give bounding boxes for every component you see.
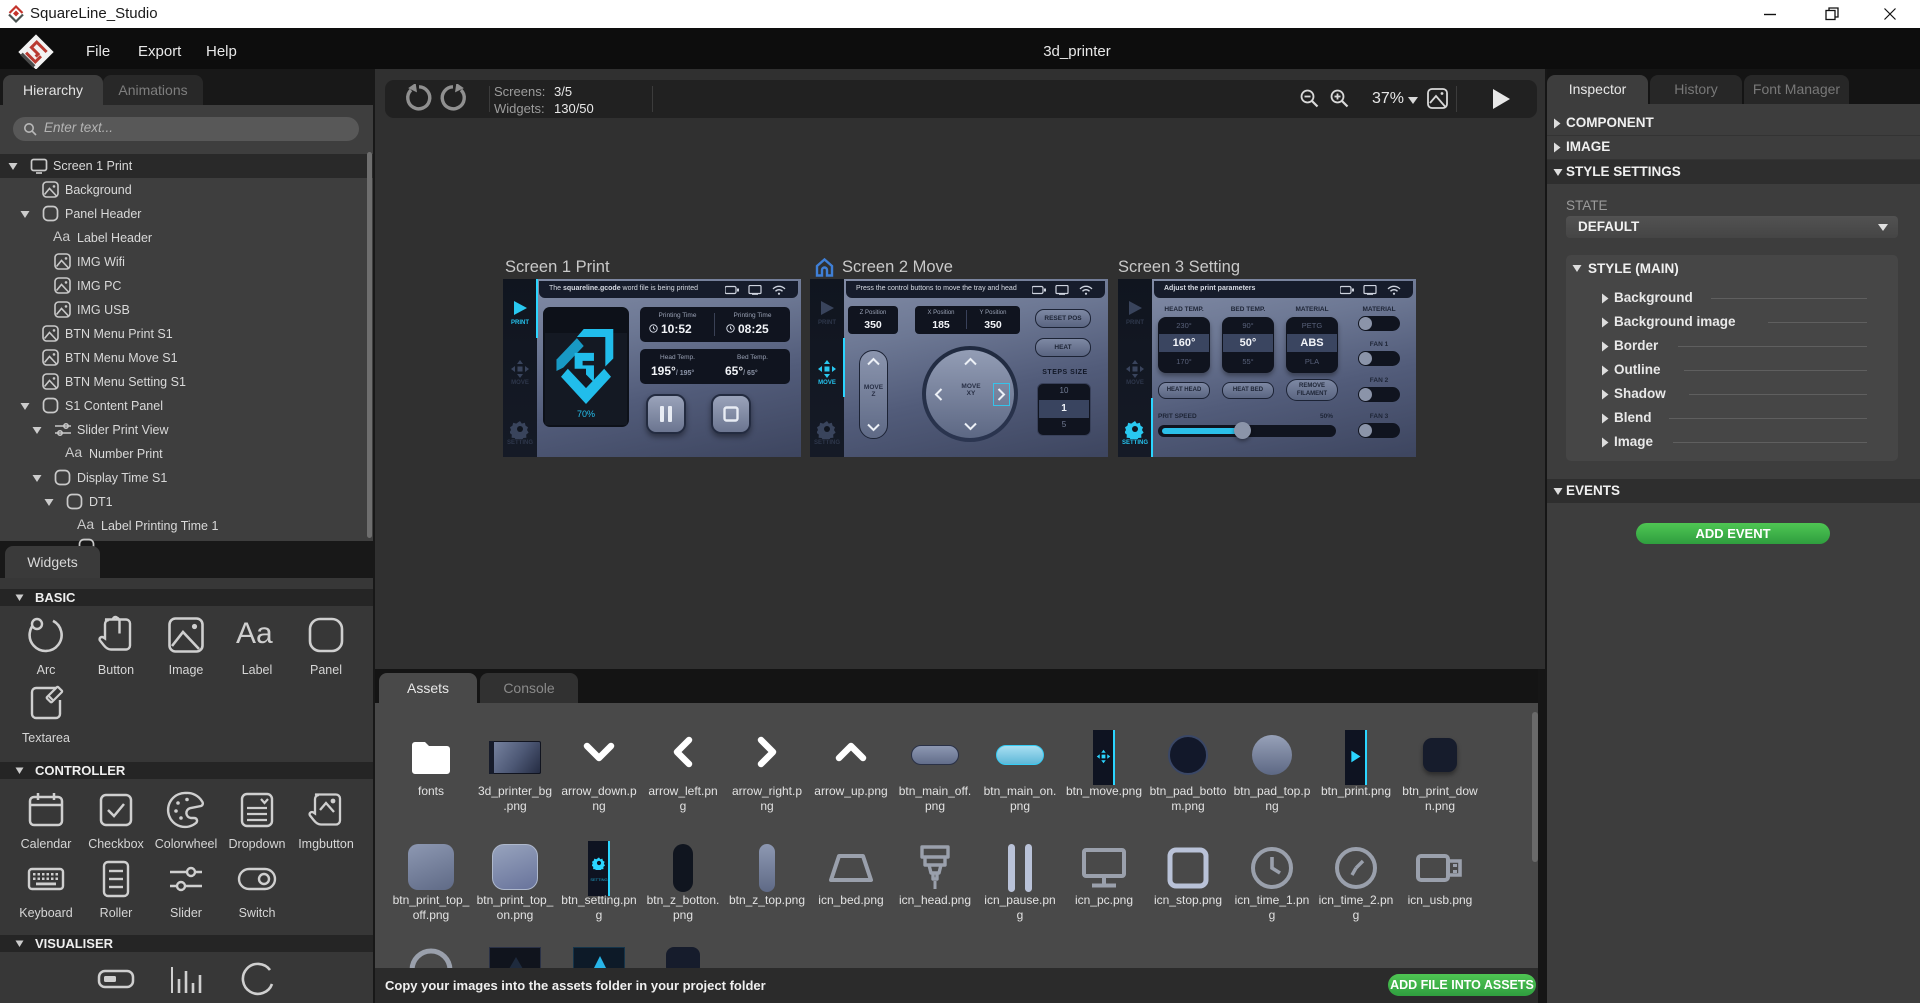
svg-text:Aa: Aa	[65, 444, 82, 460]
svg-text:Aa: Aa	[236, 617, 273, 650]
svg-text:Aa: Aa	[77, 516, 94, 532]
svg-text:Aa: Aa	[53, 228, 70, 244]
